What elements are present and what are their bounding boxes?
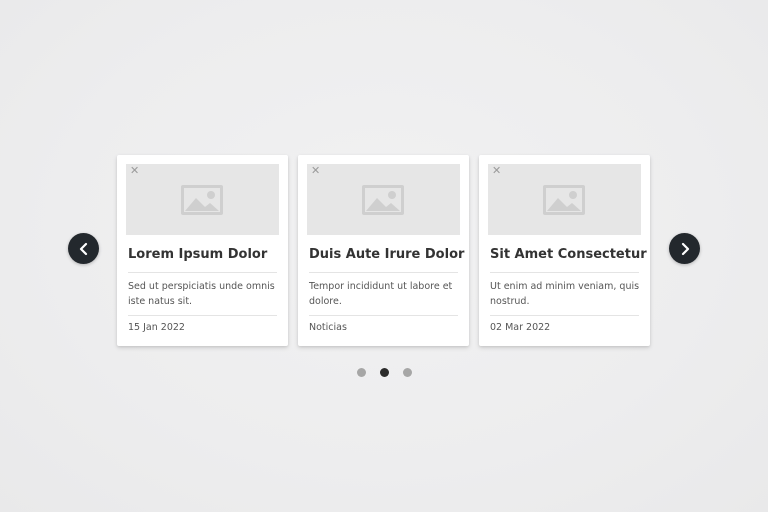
card-divider	[490, 272, 639, 273]
pagination-dots	[357, 368, 412, 377]
card-meta: 02 Mar 2022	[490, 322, 551, 333]
card-divider	[309, 315, 458, 316]
card-image: ✕	[307, 164, 460, 235]
next-button[interactable]	[669, 233, 700, 264]
chevron-left-icon	[79, 242, 87, 255]
card-divider	[128, 272, 277, 273]
card-divider	[309, 272, 458, 273]
card-image: ✕	[488, 164, 641, 235]
close-icon[interactable]: ✕	[130, 165, 139, 177]
card-meta: Noticias	[309, 322, 347, 333]
card-description: Ut enim ad minim veniam, quis nostrud.	[490, 281, 640, 307]
card-divider	[128, 315, 277, 316]
card-title: Duis Aute Irure Dolor	[309, 247, 465, 262]
close-icon[interactable]: ✕	[311, 165, 320, 177]
card-divider	[490, 315, 639, 316]
carousel-card[interactable]: ✕ Sit Amet Consectetur Ut enim ad minim …	[479, 155, 650, 346]
carousel-stage: ✕ Lorem Ipsum Dolor Sed ut perspiciatis …	[0, 0, 768, 512]
close-icon[interactable]: ✕	[492, 165, 501, 177]
pagination-dot[interactable]	[357, 368, 366, 377]
prev-button[interactable]	[68, 233, 99, 264]
image-placeholder-icon	[543, 185, 585, 215]
card-description: Sed ut perspiciatis unde omnis iste natu…	[128, 281, 275, 307]
carousel-card[interactable]: ✕ Duis Aute Irure Dolor Tempor incididun…	[298, 155, 469, 346]
card-image: ✕	[126, 164, 279, 235]
carousel-card[interactable]: ✕ Lorem Ipsum Dolor Sed ut perspiciatis …	[117, 155, 288, 346]
card-title: Lorem Ipsum Dolor	[128, 247, 268, 262]
card-title: Sit Amet Consectetur	[490, 247, 647, 262]
card-meta: 15 Jan 2022	[128, 322, 185, 333]
chevron-right-icon	[681, 242, 689, 255]
image-placeholder-icon	[181, 185, 223, 215]
image-placeholder-icon	[362, 185, 404, 215]
card-description: Tempor incididunt ut labore et dolore.	[309, 281, 453, 307]
pagination-dot[interactable]	[380, 368, 389, 377]
pagination-dot[interactable]	[403, 368, 412, 377]
